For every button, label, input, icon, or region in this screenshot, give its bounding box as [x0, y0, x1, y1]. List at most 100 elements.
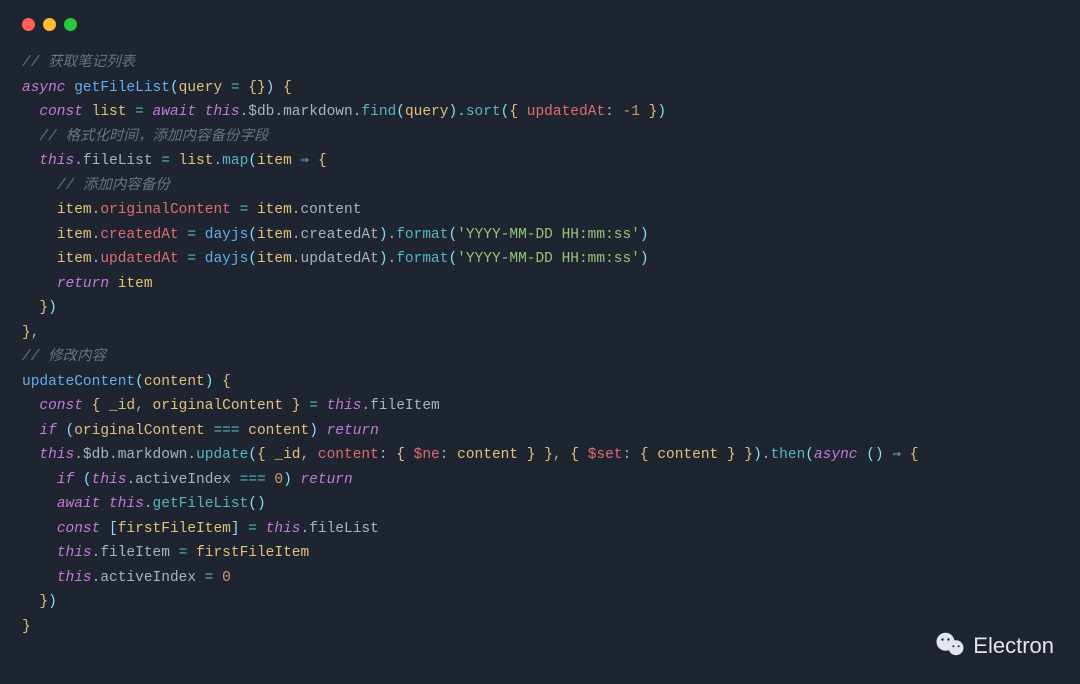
prop-markdown: markdown: [283, 104, 353, 120]
prop-set: $set: [588, 447, 623, 463]
var-item: item: [257, 153, 292, 169]
prop-updatedAt: updatedAt: [301, 251, 379, 267]
num-zero: 0: [274, 472, 283, 488]
keyword-this: this: [39, 153, 74, 169]
code-block: // 获取笔记列表 async getFileList(query = {}) …: [22, 51, 1058, 639]
prop-content: content: [300, 202, 361, 218]
prop-createdAt: createdAt: [100, 227, 178, 243]
keyword-const: const: [39, 398, 83, 414]
func-sort: sort: [466, 104, 501, 120]
keyword-this: this: [109, 496, 144, 512]
var-item: item: [257, 251, 292, 267]
func-map: map: [222, 153, 248, 169]
keyword-return: return: [327, 423, 379, 439]
keyword-if: if: [39, 423, 56, 439]
func-update: update: [196, 447, 248, 463]
var-list: list: [92, 104, 127, 120]
op-eq: =: [240, 202, 249, 218]
op-eqeqeq: ===: [213, 423, 239, 439]
var-originalContent: originalContent: [74, 423, 205, 439]
op-eq: =: [248, 521, 257, 537]
op-eq: =: [161, 153, 170, 169]
keyword-this: this: [57, 545, 92, 561]
prop-db: $db: [83, 447, 109, 463]
var-id: _id: [274, 447, 300, 463]
op-eq: =: [135, 104, 144, 120]
prop-createdAt: createdAt: [301, 227, 379, 243]
var-content: content: [657, 447, 718, 463]
code-window: // 获取笔记列表 async getFileList(query = {}) …: [0, 0, 1080, 684]
wechat-icon: [935, 631, 965, 663]
op-eq: =: [309, 398, 318, 414]
keyword-this: this: [92, 472, 127, 488]
keyword-this: this: [39, 447, 74, 463]
op-eqeqeq: ===: [240, 472, 266, 488]
func-format: format: [396, 227, 448, 243]
keyword-await: await: [153, 104, 197, 120]
var-firstFileItem: firstFileItem: [118, 521, 231, 537]
var-firstFileItem: firstFileItem: [196, 545, 309, 561]
string-fmt: 'YYYY-MM-DD HH:mm:ss': [457, 251, 640, 267]
keyword-const: const: [57, 521, 101, 537]
close-icon[interactable]: [22, 18, 35, 31]
var-item: item: [57, 202, 92, 218]
window-traffic-lights: [22, 18, 1058, 31]
op-eq: =: [205, 570, 214, 586]
var-item: item: [257, 227, 292, 243]
keyword-this: this: [327, 398, 362, 414]
func-getFileList: getFileList: [153, 496, 249, 512]
var-content: content: [457, 447, 518, 463]
keyword-if: if: [57, 472, 74, 488]
code-comment: // 获取笔记列表: [22, 55, 135, 71]
var-originalContent: originalContent: [153, 398, 284, 414]
var-id: _id: [109, 398, 135, 414]
prop-markdown: markdown: [118, 447, 188, 463]
var-item: item: [57, 251, 92, 267]
code-comment: // 修改内容: [22, 349, 106, 365]
var-content: content: [144, 374, 205, 390]
keyword-await: await: [57, 496, 101, 512]
var-item: item: [257, 202, 292, 218]
var-item: item: [118, 276, 153, 292]
funcdef-getFileList: getFileList: [74, 80, 170, 96]
watermark-label: Electron: [973, 634, 1054, 659]
keyword-return: return: [57, 276, 109, 292]
prop-fileList: fileList: [83, 153, 153, 169]
zoom-icon[interactable]: [64, 18, 77, 31]
code-comment: // 添加内容备份: [57, 178, 170, 194]
funcdef-updateContent: updateContent: [22, 374, 135, 390]
func-dayjs: dayjs: [205, 251, 249, 267]
minimize-icon[interactable]: [43, 18, 56, 31]
keyword-async: async: [22, 80, 66, 96]
var-item: item: [57, 227, 92, 243]
prop-db: $db: [248, 104, 274, 120]
prop-updatedAt: updatedAt: [100, 251, 178, 267]
string-fmt: 'YYYY-MM-DD HH:mm:ss': [457, 227, 640, 243]
var-query: query: [179, 80, 223, 96]
prop-fileItem: fileItem: [370, 398, 440, 414]
op-eq: =: [187, 251, 196, 267]
var-list: list: [179, 153, 214, 169]
num-neg1: -1: [623, 104, 640, 120]
var-content: content: [248, 423, 309, 439]
prop-fileItem: fileItem: [100, 545, 170, 561]
prop-content: content: [318, 447, 379, 463]
op-arrow: ⇒: [301, 153, 310, 169]
var-query: query: [405, 104, 449, 120]
keyword-async: async: [814, 447, 858, 463]
op-eq: =: [179, 545, 188, 561]
func-format: format: [396, 251, 448, 267]
func-dayjs: dayjs: [205, 227, 249, 243]
prop-fileList: fileList: [309, 521, 379, 537]
op-eq: =: [187, 227, 196, 243]
op-arrow: ⇒: [892, 447, 901, 463]
watermark: Electron: [935, 631, 1054, 663]
prop-ne: $ne: [414, 447, 440, 463]
func-then: then: [770, 447, 805, 463]
func-find: find: [361, 104, 396, 120]
prop-updatedAt: updatedAt: [527, 104, 605, 120]
num-zero: 0: [222, 570, 231, 586]
prop-originalContent: originalContent: [100, 202, 231, 218]
keyword-this: this: [266, 521, 301, 537]
prop-activeIndex: activeIndex: [100, 570, 196, 586]
